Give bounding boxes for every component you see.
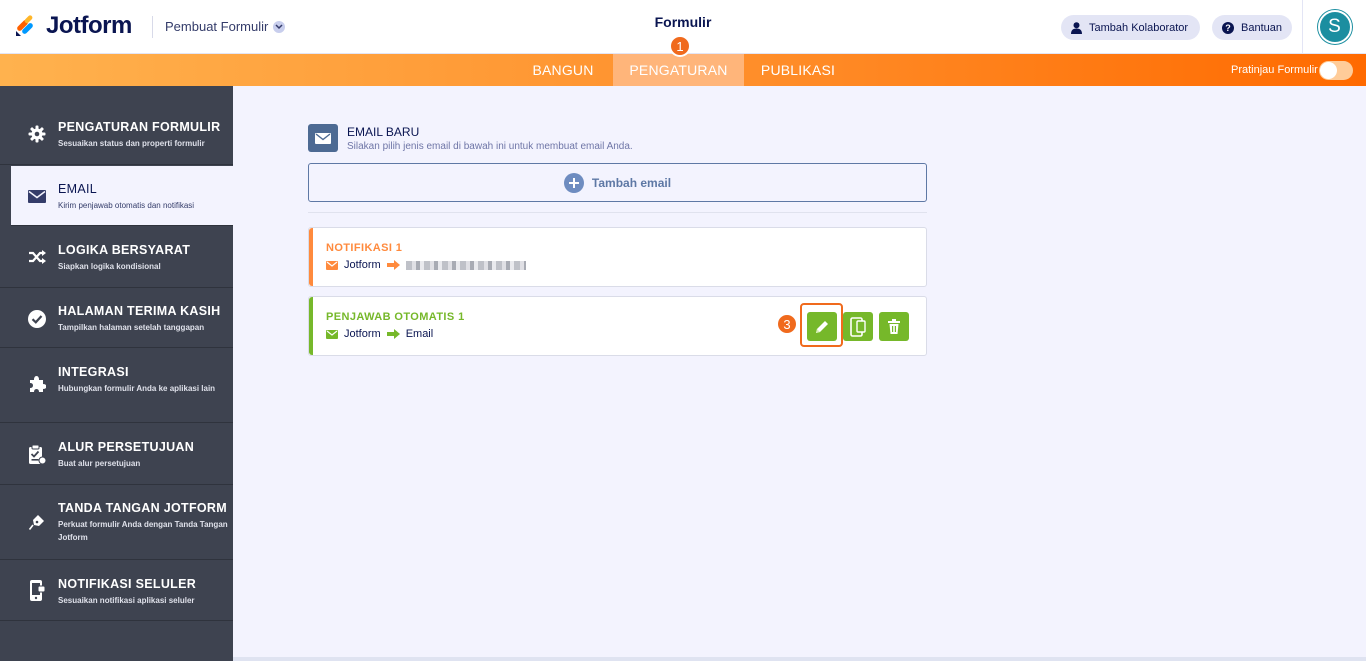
sidebar-item-integrations[interactable]: INTEGRASI Hubungkan formulir Anda ke apl… bbox=[0, 349, 233, 423]
bottom-scroll-area bbox=[233, 657, 1366, 661]
sidebar-item-desc: Tampilkan halaman setelah tanggapan bbox=[58, 323, 205, 332]
sidebar-item-title: PENGATURAN FORMULIR bbox=[58, 120, 221, 134]
delete-email-button[interactable] bbox=[879, 312, 909, 341]
step-badge-1: 1 bbox=[669, 35, 691, 57]
add-collaborator-button[interactable]: Tambah Kolaborator bbox=[1061, 15, 1200, 40]
sidebar-item-desc: Sesuaikan notifikasi aplikasi seluler bbox=[58, 596, 195, 605]
envelope-icon bbox=[326, 260, 338, 270]
card-from: Jotform bbox=[344, 259, 381, 271]
logo-text: Jotform bbox=[46, 12, 132, 39]
help-button[interactable]: ? Bantuan bbox=[1212, 15, 1292, 40]
new-email-title: EMAIL BARU bbox=[347, 125, 420, 139]
sidebar-item-title: EMAIL bbox=[58, 182, 98, 196]
envelope-icon bbox=[326, 329, 338, 339]
sidebar-item-title: HALAMAN TERIMA KASIH bbox=[58, 304, 221, 318]
jotform-logo-icon bbox=[16, 15, 33, 36]
preview-label: Pratinjau Formulir bbox=[1231, 64, 1318, 76]
tab-settings[interactable]: PENGATURAN bbox=[613, 54, 744, 86]
plus-icon bbox=[563, 172, 584, 193]
gear-icon bbox=[26, 123, 48, 145]
question-icon: ? bbox=[1222, 21, 1234, 34]
card-route: Jotform bbox=[326, 259, 526, 271]
step-badge-3: 3 bbox=[776, 313, 798, 335]
arrow-right-icon bbox=[386, 329, 400, 339]
form-maker-dropdown[interactable]: Pembuat Formulir bbox=[165, 19, 286, 34]
puzzle-icon bbox=[26, 373, 48, 395]
sidebar-item-jotform-sign[interactable]: TANDA TANGAN JOTFORM Perkuat formulir An… bbox=[0, 486, 233, 560]
sidebar-item-desc: Buat alur persetujuan bbox=[58, 459, 141, 468]
card-title: NOTIFIKASI 1 bbox=[326, 242, 403, 254]
sidebar-item-title: INTEGRASI bbox=[58, 365, 129, 379]
new-email-subtitle: Silakan pilih jenis email di bawah ini u… bbox=[347, 141, 633, 152]
sidebar-item-form-settings[interactable]: PENGATURAN FORMULIR Sesuaikan status dan… bbox=[0, 103, 233, 165]
form-maker-label: Pembuat Formulir bbox=[165, 19, 269, 34]
card-to: Email bbox=[405, 328, 434, 340]
svg-text:?: ? bbox=[1225, 23, 1231, 33]
chevron-down-icon bbox=[273, 20, 286, 33]
sidebar-item-title: TANDA TANGAN JOTFORM bbox=[58, 501, 227, 515]
card-accent-bar bbox=[309, 297, 313, 355]
email-card-notification[interactable]: NOTIFIKASI 1 Jotform bbox=[308, 227, 927, 287]
settings-sidebar: PENGATURAN FORMULIR Sesuaikan status dan… bbox=[0, 86, 233, 661]
sidebar-item-desc: Siapkan logika kondisional bbox=[58, 262, 161, 271]
approval-icon bbox=[26, 444, 48, 466]
sidebar-item-title: NOTIFIKASI SELULER bbox=[58, 577, 197, 591]
sidebar-item-desc: Kirim penjawab otomatis dan notifikasi bbox=[58, 201, 195, 210]
envelope-icon bbox=[308, 124, 338, 152]
tab-build[interactable]: BANGUN bbox=[514, 54, 612, 86]
card-title: PENJAWAB OTOMATIS 1 bbox=[326, 311, 465, 323]
add-collaborator-label: Tambah Kolaborator bbox=[1089, 21, 1189, 34]
sidebar-item-conditional-logic[interactable]: LOGIKA BERSYARAT Siapkan logika kondisio… bbox=[0, 227, 233, 288]
mobile-icon bbox=[26, 580, 48, 602]
sidebar-item-desc: Sesuaikan status dan properti formulir bbox=[58, 139, 205, 148]
shuffle-icon bbox=[26, 246, 48, 268]
sidebar-item-title: ALUR PERSETUJUAN bbox=[58, 440, 195, 454]
card-from: Jotform bbox=[344, 328, 381, 340]
sidebar-item-desc: Hubungkan formulir Anda ke aplikasi lain bbox=[58, 384, 216, 393]
sidebar-item-title: LOGIKA BERSYARAT bbox=[58, 243, 191, 257]
device-preview-icon bbox=[850, 316, 866, 337]
envelope-icon bbox=[26, 185, 48, 207]
preview-toggle[interactable] bbox=[1319, 61, 1353, 80]
sidebar-item-approval-flow[interactable]: ALUR PERSETUJUAN Buat alur persetujuan bbox=[0, 424, 233, 485]
test-email-button[interactable] bbox=[843, 312, 873, 341]
edit-button-highlight bbox=[800, 303, 843, 347]
redacted-recipient bbox=[405, 260, 526, 270]
card-accent-bar bbox=[309, 228, 313, 286]
header-divider bbox=[152, 16, 153, 38]
card-route: Jotform Email bbox=[326, 328, 433, 340]
sidebar-item-mobile-notifications[interactable]: NOTIFIKASI SELULER Sesuaikan notifikasi … bbox=[0, 561, 233, 621]
form-title[interactable]: Formulir bbox=[655, 14, 712, 30]
avatar-container: S bbox=[1302, 0, 1366, 54]
pen-nib-icon bbox=[26, 511, 48, 533]
help-label: Bantuan bbox=[1241, 21, 1282, 34]
sidebar-item-email[interactable]: EMAIL Kirim penjawab otomatis dan notifi… bbox=[11, 166, 233, 226]
trash-icon bbox=[888, 319, 900, 334]
sidebar-item-thank-you[interactable]: HALAMAN TERIMA KASIH Tampilkan halaman s… bbox=[0, 289, 233, 348]
sidebar-item-desc: Perkuat formulir Anda dengan Tanda Tanga… bbox=[58, 520, 228, 542]
toggle-knob bbox=[1320, 62, 1337, 79]
builder-nav: BANGUN PENGATURAN PUBLIKASI Pratinjau Fo… bbox=[0, 54, 1366, 86]
avatar[interactable]: S bbox=[1317, 10, 1352, 44]
add-email-label: Tambah email bbox=[591, 175, 672, 190]
check-circle-icon bbox=[26, 308, 48, 330]
user-icon bbox=[1071, 21, 1082, 34]
section-divider bbox=[308, 212, 927, 213]
arrow-right-icon bbox=[386, 260, 400, 270]
add-email-button[interactable]: Tambah email bbox=[308, 163, 927, 202]
jotform-logo[interactable]: Jotform bbox=[14, 12, 132, 40]
tab-publish[interactable]: PUBLIKASI bbox=[744, 54, 852, 86]
